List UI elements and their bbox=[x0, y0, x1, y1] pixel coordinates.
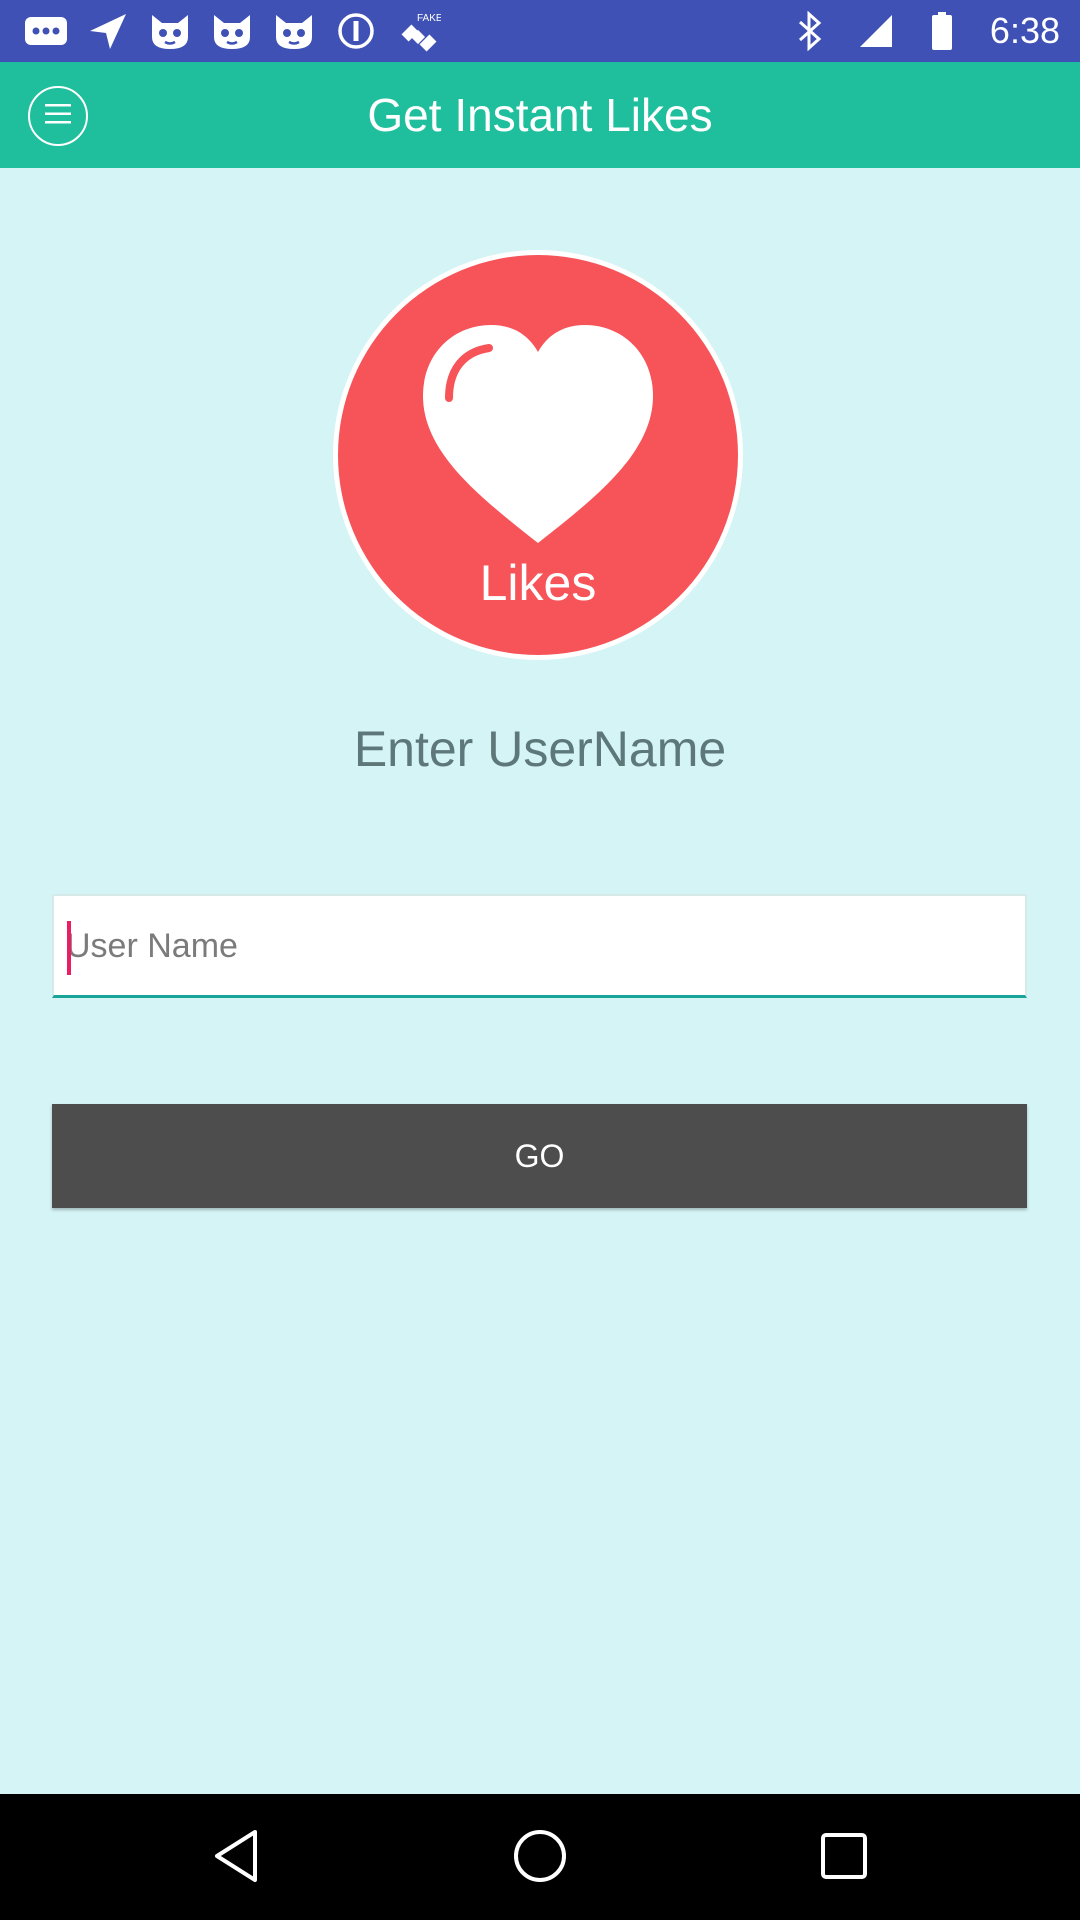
recents-icon bbox=[819, 1831, 869, 1886]
back-button[interactable] bbox=[196, 1818, 276, 1898]
system-icons: 6:38 bbox=[786, 10, 1060, 52]
navigation-icon bbox=[84, 11, 132, 51]
page-title: Get Instant Likes bbox=[367, 89, 713, 141]
username-field[interactable] bbox=[52, 894, 1027, 998]
app-bar: Get Instant Likes bbox=[0, 62, 1080, 168]
clock: 6:38 bbox=[989, 10, 1060, 51]
menu-icon bbox=[43, 101, 73, 132]
info-icon bbox=[332, 11, 380, 51]
menu-button[interactable] bbox=[28, 86, 88, 146]
more-icon bbox=[22, 11, 70, 51]
go-button[interactable]: GO bbox=[52, 1104, 1027, 1208]
recents-button[interactable] bbox=[804, 1818, 884, 1898]
username-input[interactable] bbox=[66, 896, 1016, 996]
text-cursor bbox=[67, 921, 71, 975]
fake-gps-icon: FAKE bbox=[394, 11, 442, 52]
home-icon bbox=[512, 1828, 568, 1889]
cat-face-icon bbox=[146, 11, 194, 51]
logo-label: Likes bbox=[480, 555, 597, 611]
likes-logo: Likes bbox=[331, 248, 745, 662]
status-bar: FAKE 6:38 bbox=[0, 0, 1080, 62]
bluetooth-icon bbox=[786, 11, 834, 51]
navigation-bar bbox=[0, 1794, 1080, 1920]
battery-icon bbox=[918, 11, 966, 51]
fake-label: FAKE bbox=[417, 13, 441, 24]
notification-icons: FAKE bbox=[22, 10, 442, 52]
home-button[interactable] bbox=[500, 1818, 580, 1898]
cat-face-icon bbox=[270, 11, 318, 51]
cat-face-icon bbox=[208, 11, 256, 51]
signal-icon bbox=[852, 11, 900, 51]
back-icon bbox=[211, 1828, 261, 1889]
enter-username-heading: Enter UserName bbox=[353, 721, 727, 777]
